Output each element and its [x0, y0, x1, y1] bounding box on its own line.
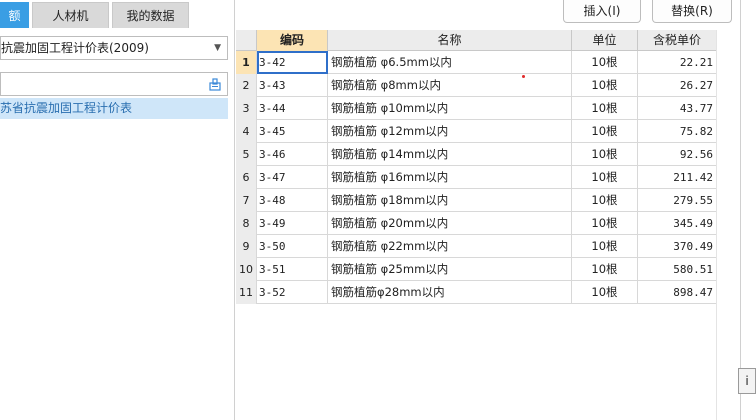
edge-button[interactable]: i: [738, 368, 756, 394]
name-cell[interactable]: 钢筋植筋 φ25mm以内: [328, 258, 572, 281]
header-code[interactable]: 编码: [257, 30, 328, 51]
search-icon[interactable]: [208, 77, 222, 91]
header-price[interactable]: 含税单价: [638, 30, 717, 51]
replace-button[interactable]: 替换(R): [652, 0, 732, 23]
name-cell[interactable]: 钢筋植筋 φ8mm以内: [328, 74, 572, 97]
code-cell[interactable]: 3-45: [257, 120, 328, 143]
price-cell[interactable]: 22.21: [638, 51, 717, 74]
code-cell[interactable]: 3-43: [257, 74, 328, 97]
row-number: 10: [236, 258, 257, 281]
row-number: 5: [236, 143, 257, 166]
price-cell[interactable]: 898.47: [638, 281, 717, 304]
code-cell[interactable]: 3-48: [257, 189, 328, 212]
insert-button[interactable]: 插入(I): [563, 0, 641, 23]
name-cell[interactable]: 钢筋植筋 φ22mm以内: [328, 235, 572, 258]
row-number: 8: [236, 212, 257, 235]
library-select-value: 抗震加固工程计价表(2009): [1, 41, 149, 55]
table-row[interactable]: 5 3-46 钢筋植筋 φ14mm以内 10根 92.56: [236, 143, 717, 166]
price-cell[interactable]: 43.77: [638, 97, 717, 120]
table-scrollbar[interactable]: [716, 30, 740, 420]
name-cell[interactable]: 钢筋植筋 φ16mm以内: [328, 166, 572, 189]
left-panel: 抗震加固工程计价表(2009) ▼ 苏省抗震加固工程计价表: [0, 28, 234, 420]
table-row[interactable]: 9 3-50 钢筋植筋 φ22mm以内 10根 370.49: [236, 235, 717, 258]
code-cell[interactable]: 3-47: [257, 166, 328, 189]
code-cell[interactable]: 3-46: [257, 143, 328, 166]
name-cell[interactable]: 钢筋植筋 φ6.5mm以内: [328, 51, 572, 74]
code-cell[interactable]: 3-51: [257, 258, 328, 281]
code-cell[interactable]: 3-52: [257, 281, 328, 304]
row-number: 11: [236, 281, 257, 304]
search-field[interactable]: [0, 72, 228, 96]
name-cell[interactable]: 钢筋植筋 φ20mm以内: [328, 212, 572, 235]
table-row[interactable]: 10 3-51 钢筋植筋 φ25mm以内 10根 580.51: [236, 258, 717, 281]
unit-cell[interactable]: 10根: [572, 281, 638, 304]
table-row[interactable]: 11 3-52 钢筋植筋φ28mm以内 10根 898.47: [236, 281, 717, 304]
name-cell[interactable]: 钢筋植筋 φ12mm以内: [328, 120, 572, 143]
name-cell[interactable]: 钢筋植筋φ28mm以内: [328, 281, 572, 304]
table-row[interactable]: 7 3-48 钢筋植筋 φ18mm以内 10根 279.55: [236, 189, 717, 212]
header-unit[interactable]: 单位: [572, 30, 638, 51]
table-row[interactable]: 3 3-44 钢筋植筋 φ10mm以内 10根 43.77: [236, 97, 717, 120]
red-marker: [522, 75, 525, 78]
price-cell[interactable]: 211.42: [638, 166, 717, 189]
right-edge-panel: [740, 0, 756, 420]
search-input[interactable]: [1, 73, 201, 95]
tab-quota[interactable]: 额: [0, 2, 29, 28]
code-cell[interactable]: 3-49: [257, 212, 328, 235]
price-cell[interactable]: 279.55: [638, 189, 717, 212]
library-select[interactable]: 抗震加固工程计价表(2009) ▼: [0, 36, 228, 60]
table-header: 编码 名称 单位 含税单价: [236, 30, 756, 51]
price-cell[interactable]: 26.27: [638, 74, 717, 97]
name-cell[interactable]: 钢筋植筋 φ18mm以内: [328, 189, 572, 212]
header-name[interactable]: 名称: [328, 30, 572, 51]
unit-cell[interactable]: 10根: [572, 143, 638, 166]
panel-divider: [234, 0, 235, 420]
tab-materials[interactable]: 人材机: [32, 2, 109, 28]
row-number: 2: [236, 74, 257, 97]
unit-cell[interactable]: 10根: [572, 120, 638, 143]
unit-cell[interactable]: 10根: [572, 166, 638, 189]
row-number: 9: [236, 235, 257, 258]
tab-my-data[interactable]: 我的数据: [112, 2, 189, 28]
unit-cell[interactable]: 10根: [572, 258, 638, 281]
table-row[interactable]: 6 3-47 钢筋植筋 φ16mm以内 10根 211.42: [236, 166, 717, 189]
unit-cell[interactable]: 10根: [572, 97, 638, 120]
row-number: 3: [236, 97, 257, 120]
chevron-down-icon: ▼: [214, 43, 221, 53]
tab-bar: 额 人材机 我的数据: [0, 0, 236, 28]
price-cell[interactable]: 75.82: [638, 120, 717, 143]
name-cell[interactable]: 钢筋植筋 φ10mm以内: [328, 97, 572, 120]
row-number: 1: [236, 51, 257, 74]
row-number: 7: [236, 189, 257, 212]
table-row[interactable]: 4 3-45 钢筋植筋 φ12mm以内 10根 75.82: [236, 120, 717, 143]
name-cell[interactable]: 钢筋植筋 φ14mm以内: [328, 143, 572, 166]
code-cell[interactable]: 3-44: [257, 97, 328, 120]
unit-cell[interactable]: 10根: [572, 74, 638, 97]
code-cell[interactable]: 3-42: [257, 51, 328, 74]
unit-cell[interactable]: 10根: [572, 51, 638, 74]
row-number: 4: [236, 120, 257, 143]
unit-cell[interactable]: 10根: [572, 212, 638, 235]
unit-cell[interactable]: 10根: [572, 235, 638, 258]
quota-table: 编码 名称 单位 含税单价 1 3-42 钢筋植筋 φ6.5mm以内 10根 22.21…: [236, 30, 756, 420]
header-row-number: [236, 30, 257, 51]
table-row[interactable]: 8 3-49 钢筋植筋 φ20mm以内 10根 345.49: [236, 212, 717, 235]
price-cell[interactable]: 92.56: [638, 143, 717, 166]
unit-cell[interactable]: 10根: [572, 189, 638, 212]
price-cell[interactable]: 370.49: [638, 235, 717, 258]
code-cell[interactable]: 3-50: [257, 235, 328, 258]
price-cell[interactable]: 345.49: [638, 212, 717, 235]
row-number: 6: [236, 166, 257, 189]
table-row[interactable]: 2 3-43 钢筋植筋 φ8mm以内 10根 26.27: [236, 74, 717, 97]
price-cell[interactable]: 580.51: [638, 258, 717, 281]
tree-item-selected[interactable]: 苏省抗震加固工程计价表: [0, 98, 228, 119]
table-row[interactable]: 1 3-42 钢筋植筋 φ6.5mm以内 10根 22.21: [236, 51, 717, 74]
